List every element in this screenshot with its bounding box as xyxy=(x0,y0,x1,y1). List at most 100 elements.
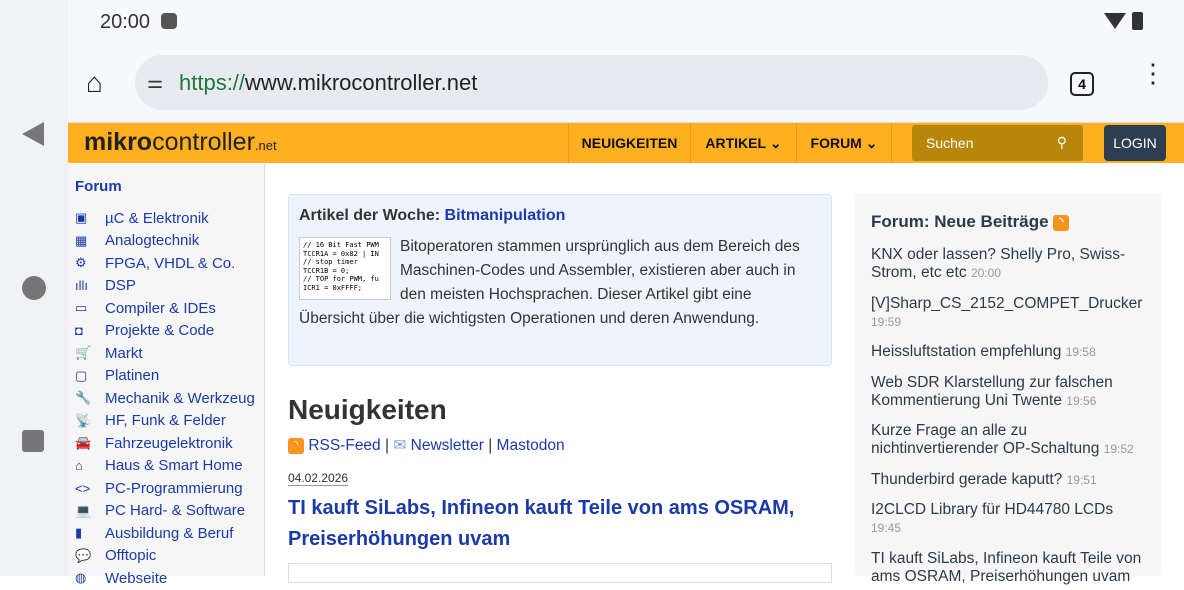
sidebar-item[interactable]: 🔧 Mechanik & Werkzeug xyxy=(75,387,257,410)
search-icon[interactable]: ⚲ xyxy=(1057,134,1067,151)
post-time: 19:56 xyxy=(1066,393,1097,408)
rss-icon: ◝ xyxy=(288,437,304,454)
notification-icon xyxy=(161,13,177,29)
logo-light: controller xyxy=(152,128,255,156)
news-title: Neuigkeiten xyxy=(288,394,447,425)
post-title[interactable]: Thunderbird gerade kaputt? xyxy=(871,471,1062,488)
post-time: 19:59 xyxy=(871,314,902,329)
board-icon: ▢ xyxy=(75,367,88,383)
sidebar-item-label: HF, Funk & Felder xyxy=(105,412,226,430)
forum-post[interactable]: Kurze Frage an alle zu nichtinvertierend… xyxy=(871,422,1145,458)
web-page: mikrocontroller.net NEUIGKEITEN ARTIKEL … xyxy=(68,122,1184,587)
forum-post[interactable]: [V]Sharp_CS_2152_COMPET_Drucker 19:59 xyxy=(871,295,1145,331)
site-logo[interactable]: mikrocontroller.net xyxy=(84,128,277,157)
sidebar-item-label: Analogtechnik xyxy=(105,232,200,250)
chip-icon: ▣ xyxy=(75,210,88,226)
waveform-icon: ıllı xyxy=(75,278,88,294)
mail-icon: ✉ xyxy=(393,437,407,454)
url-bar[interactable]: ⚌ https://www.mikrocontroller.net xyxy=(135,55,1048,110)
sidebar-item[interactable]: ıllı DSP xyxy=(75,275,257,298)
browser-toolbar: ⌂ ⚌ https://www.mikrocontroller.net 4 ⋮ xyxy=(68,45,1184,122)
sidebar-item[interactable]: 🚘 Fahrzeugelektronik xyxy=(75,432,257,455)
wifi-icon xyxy=(1104,13,1126,29)
forum-post[interactable]: Thunderbird gerade kaputt? 19:51 xyxy=(871,471,1145,489)
sidebar-item[interactable]: 💬 Offtopic xyxy=(75,545,257,568)
logo-tld: .net xyxy=(254,138,277,153)
aotw-heading: Artikel der Woche: xyxy=(299,207,441,224)
site-settings-icon[interactable]: ⚌ xyxy=(147,72,177,93)
sidebar-item[interactable]: ▦ Analogtechnik xyxy=(75,230,257,253)
sidebar-item-label: µC & Elektronik xyxy=(105,209,209,227)
cart-icon: 🛒 xyxy=(75,345,92,361)
site-header: mikrocontroller.net NEUIGKEITEN ARTIKEL … xyxy=(68,123,1184,163)
recents-button[interactable] xyxy=(22,430,44,452)
post-title[interactable]: Kurze Frage an alle zu nichtinvertierend… xyxy=(871,422,1099,457)
sidebar-item[interactable]: 🛒 Markt xyxy=(75,342,257,365)
newsletter-link[interactable]: Newsletter xyxy=(411,437,484,454)
sidebar-item[interactable]: ▭ Compiler & IDEs xyxy=(75,297,257,320)
forum-post[interactable]: Web SDR Klarstellung zur falschen Kommen… xyxy=(871,374,1145,410)
news-date: 04.02.2026 xyxy=(288,471,349,486)
search-placeholder: Suchen xyxy=(926,135,974,151)
rss-link[interactable]: RSS-Feed xyxy=(308,437,380,454)
post-time: 19:52 xyxy=(1103,442,1134,456)
sidebar-item[interactable]: ⚙ FPGA, VHDL & Co. xyxy=(75,252,257,275)
url-host: www.mikrocontroller.net xyxy=(245,69,478,95)
nav-neuigkeiten[interactable]: NEUIGKEITEN xyxy=(568,123,690,163)
post-title[interactable]: I2CLCD Library für HD44780 LCDs xyxy=(871,501,1113,518)
nav-artikel[interactable]: ARTIKEL ⌄ xyxy=(690,123,796,163)
sidebar-item[interactable]: ◘ Projekte & Code xyxy=(75,320,257,343)
tab-switcher-button[interactable]: 4 xyxy=(1070,72,1094,96)
menu-icon[interactable]: ⋮ xyxy=(1140,60,1166,86)
sidebar-item-label: Ausbildung & Beruf xyxy=(105,524,234,542)
feed-links: ◝ RSS-Feed | ✉ Newsletter | Mastodon xyxy=(288,436,832,455)
forum-post[interactable]: TI kauft SiLabs, Infineon kauft Teile vo… xyxy=(871,550,1145,586)
nav-label: FORUM xyxy=(810,135,862,151)
main-content: Artikel der Woche: Bitmanipulation // 16… xyxy=(288,194,832,583)
wrench-icon: 🔧 xyxy=(75,390,92,406)
rss-icon[interactable]: ◝ xyxy=(1053,214,1070,231)
sidebar-item-label: FPGA, VHDL & Co. xyxy=(105,254,236,272)
mastodon-link[interactable]: Mastodon xyxy=(497,437,565,454)
aotw-link[interactable]: Bitmanipulation xyxy=(445,207,566,224)
sidebar-item[interactable]: ⌂ Haus & Smart Home xyxy=(75,455,257,478)
post-title[interactable]: TI kauft SiLabs, Infineon kauft Teile vo… xyxy=(871,550,1141,585)
forum-posts-panel: Forum: Neue Beiträge ◝ KNX oder lassen? … xyxy=(855,194,1161,585)
nav-forum[interactable]: FORUM ⌄ xyxy=(796,123,892,163)
home-icon[interactable]: ⌂ xyxy=(86,67,103,99)
forum-post[interactable]: I2CLCD Library für HD44780 LCDs 19:45 xyxy=(871,501,1145,537)
sidebar-item[interactable]: 📡 HF, Funk & Felder xyxy=(75,410,257,433)
sidebar-item-label: Mechanik & Werkzeug xyxy=(105,389,255,407)
post-title[interactable]: Heissluftstation empfehlung xyxy=(871,343,1061,360)
sidebar-item[interactable]: <> PC-Programmierung xyxy=(75,477,257,500)
antenna-icon: 📡 xyxy=(75,412,92,428)
home-nav-button[interactable] xyxy=(22,276,46,300)
forum-post[interactable]: KNX oder lassen? Shelly Pro, Swiss-Strom… xyxy=(871,246,1145,282)
android-nav-bar xyxy=(0,0,68,576)
laptop-icon: 💻 xyxy=(75,502,92,518)
sidebar-item-label: Markt xyxy=(105,344,143,362)
fpga-icon: ⚙ xyxy=(75,255,87,271)
forum-post[interactable]: Heissluftstation empfehlung 19:58 xyxy=(871,343,1145,361)
post-title[interactable]: [V]Sharp_CS_2152_COMPET_Drucker xyxy=(871,295,1142,312)
sidebar-item[interactable]: 💻 PC Hard- & Software xyxy=(75,500,257,523)
post-time: 19:51 xyxy=(1066,472,1097,487)
sidebar-item[interactable]: ▢ Platinen xyxy=(75,365,257,388)
search-input[interactable]: Suchen ⚲ xyxy=(912,125,1083,161)
chat-icon: 💬 xyxy=(75,547,92,563)
chevron-down-icon: ⌄ xyxy=(769,134,782,151)
login-button[interactable]: LOGIN xyxy=(1104,125,1166,161)
post-time: 19:58 xyxy=(1065,345,1096,359)
sidebar-item[interactable]: ◍ Webseite xyxy=(75,567,257,590)
home-icon: ⌂ xyxy=(75,458,83,474)
back-button[interactable] xyxy=(22,122,44,146)
separator: | xyxy=(385,437,390,454)
sidebar-title[interactable]: Forum xyxy=(75,178,257,195)
sidebar-item-label: Compiler & IDEs xyxy=(105,299,216,317)
sidebar-item[interactable]: ▣ µC & Elektronik xyxy=(75,207,257,230)
panel-title: Forum: Neue Beiträge xyxy=(871,212,1049,231)
battery-icon xyxy=(1132,12,1143,30)
sidebar-item[interactable]: ▮ Ausbildung & Beruf xyxy=(75,522,257,545)
code-thumbnail[interactable]: // 16 Bit Fast PWM TCCR1A = 0x82 | IN //… xyxy=(299,237,391,300)
news-headline[interactable]: TI kauft SiLabs, Infineon kauft Teile vo… xyxy=(288,493,832,555)
